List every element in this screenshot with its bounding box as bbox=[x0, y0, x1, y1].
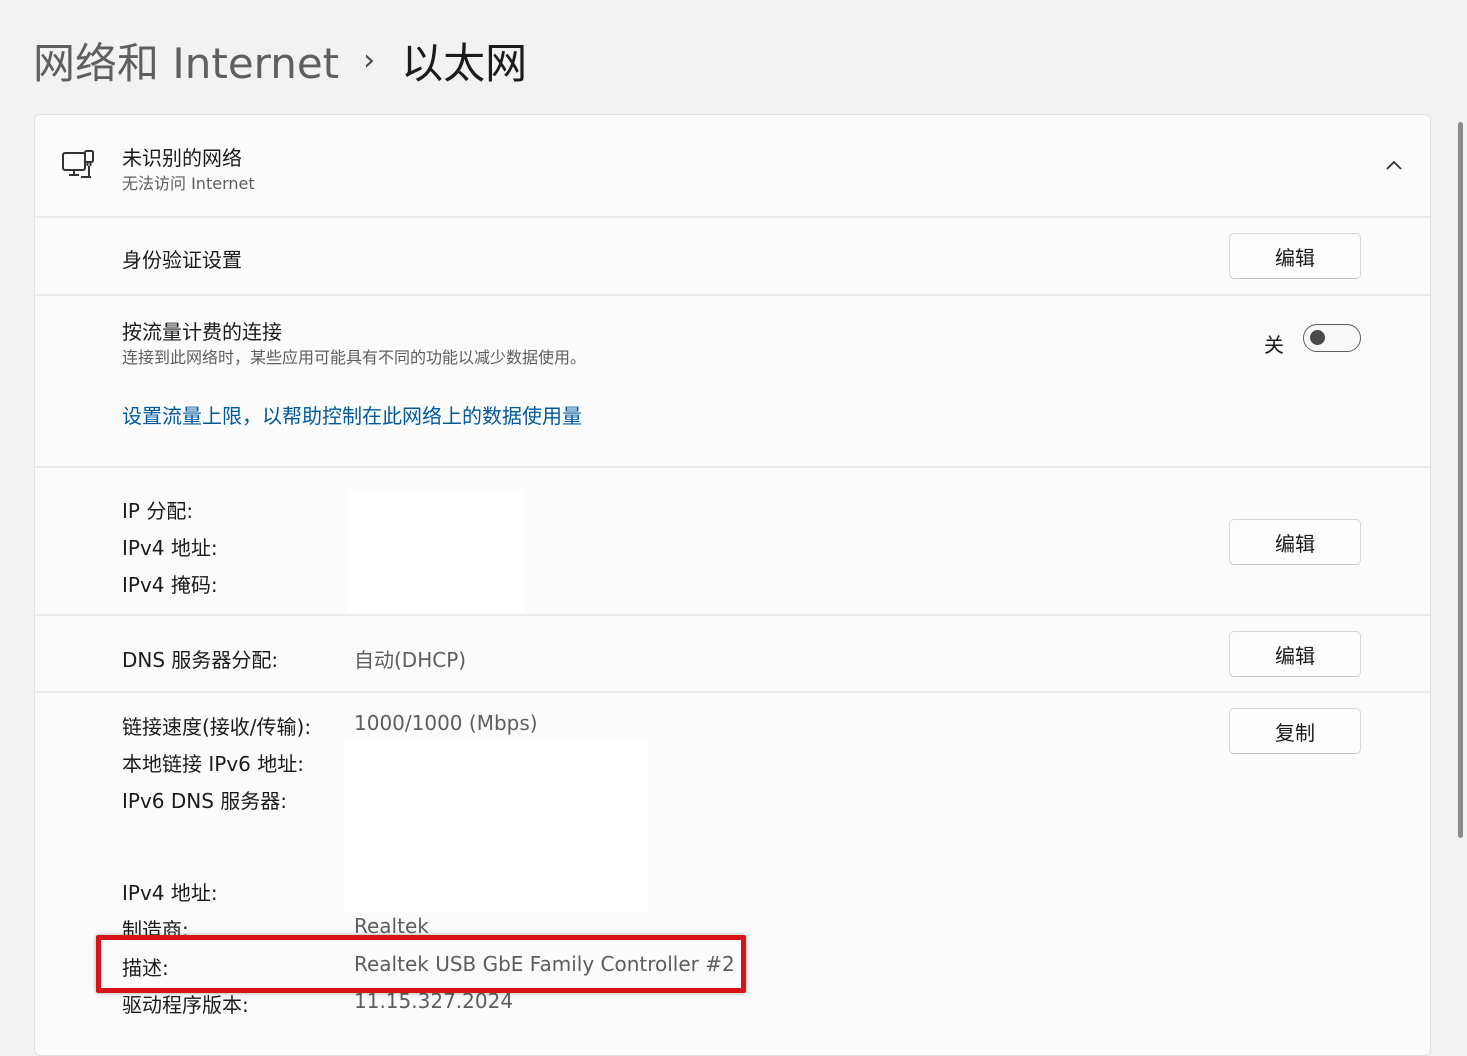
dns-edit-button[interactable]: 编辑 bbox=[1229, 631, 1361, 677]
driver-version-label: 驱动程序版本: bbox=[122, 993, 249, 1017]
auth-settings-row: 身份验证设置 编辑 bbox=[35, 218, 1430, 294]
ip-edit-button[interactable]: 编辑 bbox=[1229, 519, 1361, 565]
set-data-limit-link[interactable]: 设置流量上限，以帮助控制在此网络上的数据使用量 bbox=[122, 400, 582, 429]
chevron-up-icon[interactable] bbox=[1384, 157, 1404, 171]
metered-connection-description: 连接到此网络时，某些应用可能具有不同的功能以减少数据使用。 bbox=[122, 348, 587, 367]
ethernet-network-icon bbox=[61, 149, 97, 183]
ipv6-dns-servers-label: IPv6 DNS 服务器: bbox=[122, 789, 288, 813]
metered-connection-row: 按流量计费的连接 连接到此网络时，某些应用可能具有不同的功能以减少数据使用。 关… bbox=[35, 296, 1430, 466]
network-status: 无法访问 Internet bbox=[122, 174, 255, 193]
metered-connection-toggle[interactable] bbox=[1303, 324, 1361, 352]
ipv4-mask-label: IPv4 掩码: bbox=[122, 573, 218, 597]
ip-assignment-label: IP 分配: bbox=[122, 499, 194, 523]
auth-settings-label: 身份验证设置 bbox=[122, 248, 242, 272]
network-name: 未识别的网络 bbox=[122, 146, 242, 170]
metered-toggle-state: 关 bbox=[1264, 333, 1284, 357]
toggle-knob bbox=[1310, 330, 1325, 345]
chevron-right-icon: › bbox=[363, 42, 376, 78]
link-speed-value: 1000/1000 (Mbps) bbox=[354, 711, 538, 735]
network-header-row[interactable]: 未识别的网络 无法访问 Internet bbox=[35, 115, 1430, 216]
link-speed-label: 链接速度(接收/传输): bbox=[122, 715, 312, 739]
breadcrumb: 网络和 Internet › 以太网 bbox=[33, 28, 527, 92]
metered-connection-label: 按流量计费的连接 bbox=[122, 320, 282, 344]
dns-assignment-row: DNS 服务器分配: 自动(DHCP) 编辑 bbox=[35, 616, 1430, 691]
scrollbar[interactable] bbox=[1458, 122, 1463, 838]
redacted-ip-values bbox=[348, 489, 524, 613]
ipv6-local-address-label: 本地链接 IPv6 地址: bbox=[122, 752, 304, 776]
page-title: 以太网 bbox=[401, 38, 528, 88]
breadcrumb-parent-link[interactable]: 网络和 Internet bbox=[33, 30, 339, 91]
dns-assignment-value: 自动(DHCP) bbox=[354, 648, 467, 672]
redacted-address-values bbox=[344, 737, 648, 912]
copy-button[interactable]: 复制 bbox=[1229, 708, 1361, 754]
auth-edit-button[interactable]: 编辑 bbox=[1229, 233, 1361, 279]
ipv4-address-label: IPv4 地址: bbox=[122, 536, 218, 560]
ipv4-address-label: IPv4 地址: bbox=[122, 881, 218, 905]
description-highlight-box bbox=[96, 935, 746, 993]
ip-assignment-row: IP 分配: IPv4 地址: IPv4 掩码: 编辑 bbox=[35, 468, 1430, 614]
dns-assignment-label: DNS 服务器分配: bbox=[122, 648, 279, 672]
ethernet-settings-card: 未识别的网络 无法访问 Internet 身份验证设置 编辑 按流量计费的连接 … bbox=[34, 114, 1431, 1056]
